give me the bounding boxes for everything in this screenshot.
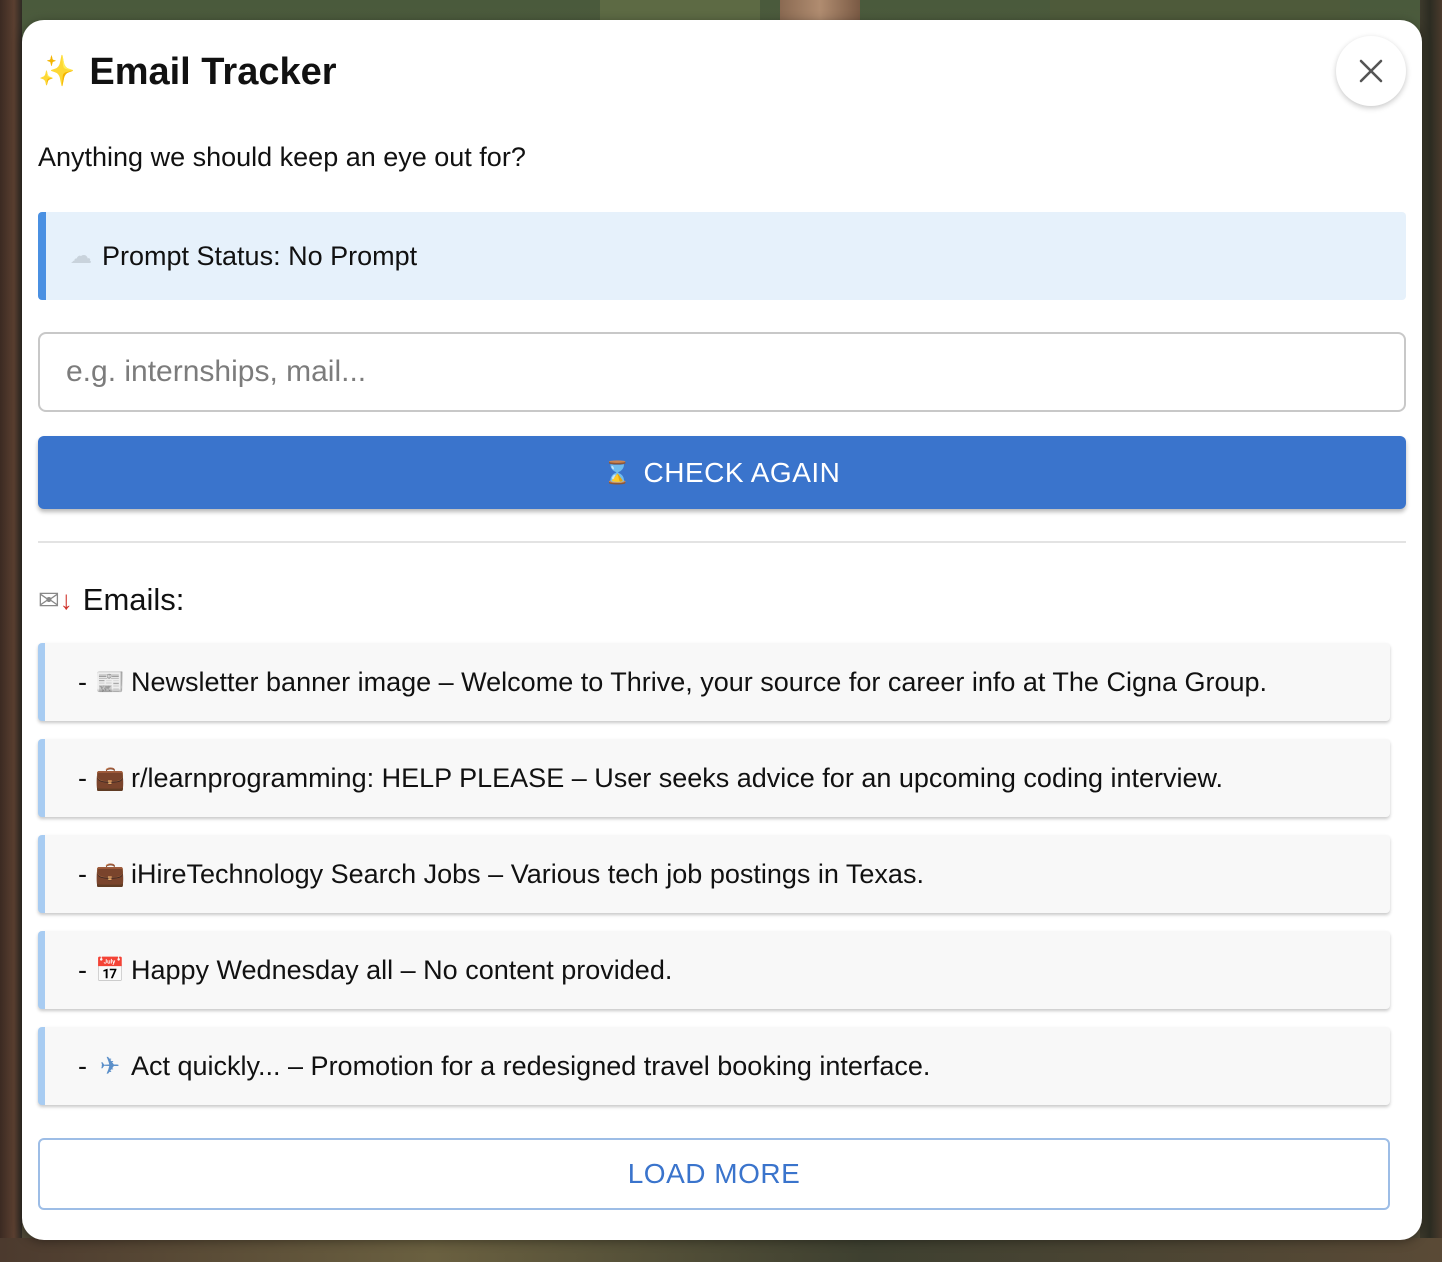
- newspaper-icon: 📰: [95, 668, 125, 696]
- modal-header: ✨ Email Tracker: [38, 50, 337, 94]
- list-bullet: -: [78, 666, 87, 697]
- email-summary: iHireTechnology Search Jobs – Various te…: [131, 858, 924, 889]
- close-button[interactable]: [1336, 36, 1406, 106]
- cloud-icon: ☁: [70, 243, 92, 268]
- briefcase-icon: 💼: [95, 764, 125, 792]
- prompt-question: Anything we should keep an eye out for?: [38, 142, 526, 172]
- calendar-icon: 📅: [95, 956, 125, 984]
- list-bullet: -: [78, 762, 87, 793]
- emails-heading: ✉↓ Emails:: [38, 582, 184, 618]
- list-bullet: -: [78, 1050, 87, 1081]
- background-foliage: [1050, 0, 1350, 22]
- load-more-button[interactable]: LOAD MORE: [38, 1138, 1390, 1210]
- list-bullet: -: [78, 954, 87, 985]
- email-item[interactable]: - 💼 iHireTechnology Search Jobs – Variou…: [38, 835, 1390, 913]
- background-ground: [0, 1238, 1442, 1262]
- email-summary: Happy Wednesday all – No content provide…: [131, 954, 673, 985]
- background-foliage: [600, 0, 760, 22]
- email-item[interactable]: - 💼 r/learnprogramming: HELP PLEASE – Us…: [38, 739, 1390, 817]
- emails-heading-text: Emails:: [82, 582, 185, 617]
- email-tracker-modal: ✨ Email Tracker Anything we should keep …: [22, 20, 1422, 1240]
- sparkles-icon: ✨: [38, 55, 76, 88]
- inbox-tray-icon: ✉↓: [38, 584, 73, 615]
- email-list: - 📰 Newsletter banner image – Welcome to…: [38, 643, 1390, 1123]
- modal-title: Email Tracker: [89, 50, 337, 93]
- list-bullet: -: [78, 858, 87, 889]
- section-divider: [38, 541, 1406, 543]
- airplane-icon: ✈: [99, 1052, 121, 1080]
- hourglass-icon: ⌛: [603, 459, 632, 485]
- email-summary: Act quickly... – Promotion for a redesig…: [131, 1050, 931, 1081]
- email-summary: r/learnprogramming: HELP PLEASE – User s…: [131, 762, 1224, 793]
- prompt-input[interactable]: [38, 332, 1406, 412]
- email-summary: Newsletter banner image – Welcome to Thr…: [131, 666, 1268, 697]
- email-item[interactable]: - 📅 Happy Wednesday all – No content pro…: [38, 931, 1390, 1009]
- briefcase-icon: 💼: [95, 860, 125, 888]
- close-icon: [1359, 59, 1383, 83]
- email-item[interactable]: - 📰 Newsletter banner image – Welcome to…: [38, 643, 1390, 721]
- prompt-status-text: Prompt Status: No Prompt: [102, 240, 418, 271]
- email-item[interactable]: - ✈ Act quickly... – Promotion for a red…: [38, 1027, 1390, 1105]
- check-again-button[interactable]: ⌛ CHECK AGAIN: [38, 436, 1406, 509]
- prompt-status-banner: ☁ Prompt Status: No Prompt: [38, 212, 1406, 300]
- check-again-label: CHECK AGAIN: [643, 456, 841, 488]
